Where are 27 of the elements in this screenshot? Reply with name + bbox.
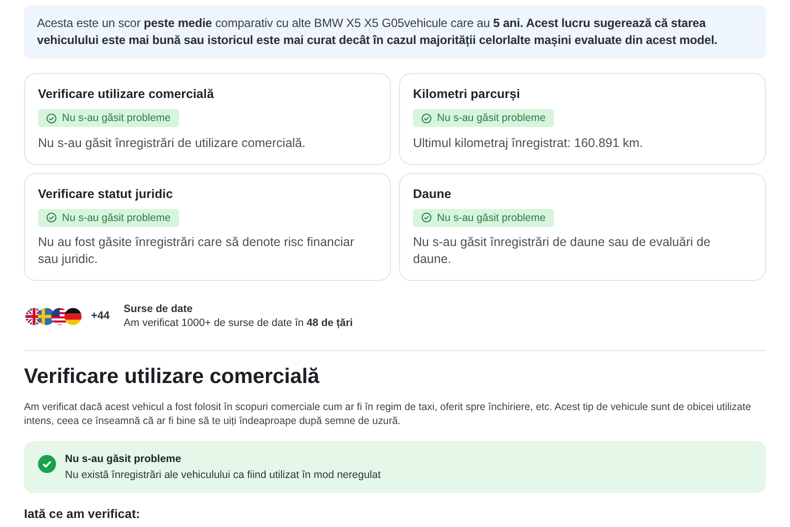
section-heading: Verificare utilizare comercială — [24, 365, 320, 389]
section-intro: Am verificat dacă acest vehicul a fost folosit în scopuri comerciale cum ar fi în regim de taxi, oferit spre închiriere, etc. Acest tip de vehicule sunt de obicei utilizate intens, ceea ce înseamnă că ar fi bine să te uiți îndeaproape după semne de uzură. — [24, 401, 752, 429]
card-description: Ultimul kilometraj înregistrat: 160.891 km. — [413, 134, 644, 152]
card-title: Verificare statut juridic — [38, 186, 174, 200]
card-title: Daune — [413, 186, 452, 200]
status-badge: Nu s-au găsit probleme — [413, 109, 554, 127]
status-badge: Nu s-au găsit probleme — [413, 208, 554, 226]
card-title: Kilometri parcurși — [413, 87, 521, 101]
check-circle-icon — [46, 212, 57, 223]
card-description: Nu s-au găsit înregistrări de utilizare comercială. — [38, 134, 306, 152]
summary-text: Acesta este un scor peste medie comparativ cu alte BMW X5 X5 G05vehicule care au 5 ani. Acest lucru sugerează că starea vehiculului este mai bună sau istoricul este mai curat decât în cazul majorității celorlalte mașini evaluate din acest model. — [37, 16, 718, 47]
status-badge: Nu s-au găsit probleme — [38, 208, 179, 226]
card-description: Nu au fost găsite înregistrări care să denote risc financiar sau juridic. — [38, 234, 356, 268]
check-circle-icon — [46, 112, 57, 124]
result-description: Nu există înregistrări ale vehiculului ca fiind utilizat în mod neregulat — [65, 469, 381, 481]
card-title: Verificare utilizare comercială — [38, 87, 215, 101]
checklist-heading: Iată ce am verificat: — [24, 507, 142, 521]
country-flags-icon — [24, 306, 84, 326]
card-description: Nu s-au găsit înregistrări de daune sau de evaluări de daune. — [413, 234, 712, 268]
sources-description: Am verificat 1000+ de surse de date în 48 de țări — [124, 316, 353, 330]
status-badge: Nu s-au găsit probleme — [38, 109, 179, 127]
check-circle-icon — [421, 112, 432, 124]
result-title: Nu s-au găsit probleme — [65, 453, 182, 465]
check-circle-icon — [38, 455, 56, 473]
extra-country-count: +44 — [91, 310, 110, 322]
check-circle-icon — [421, 212, 432, 223]
sources-title: Surse de date — [124, 302, 194, 316]
